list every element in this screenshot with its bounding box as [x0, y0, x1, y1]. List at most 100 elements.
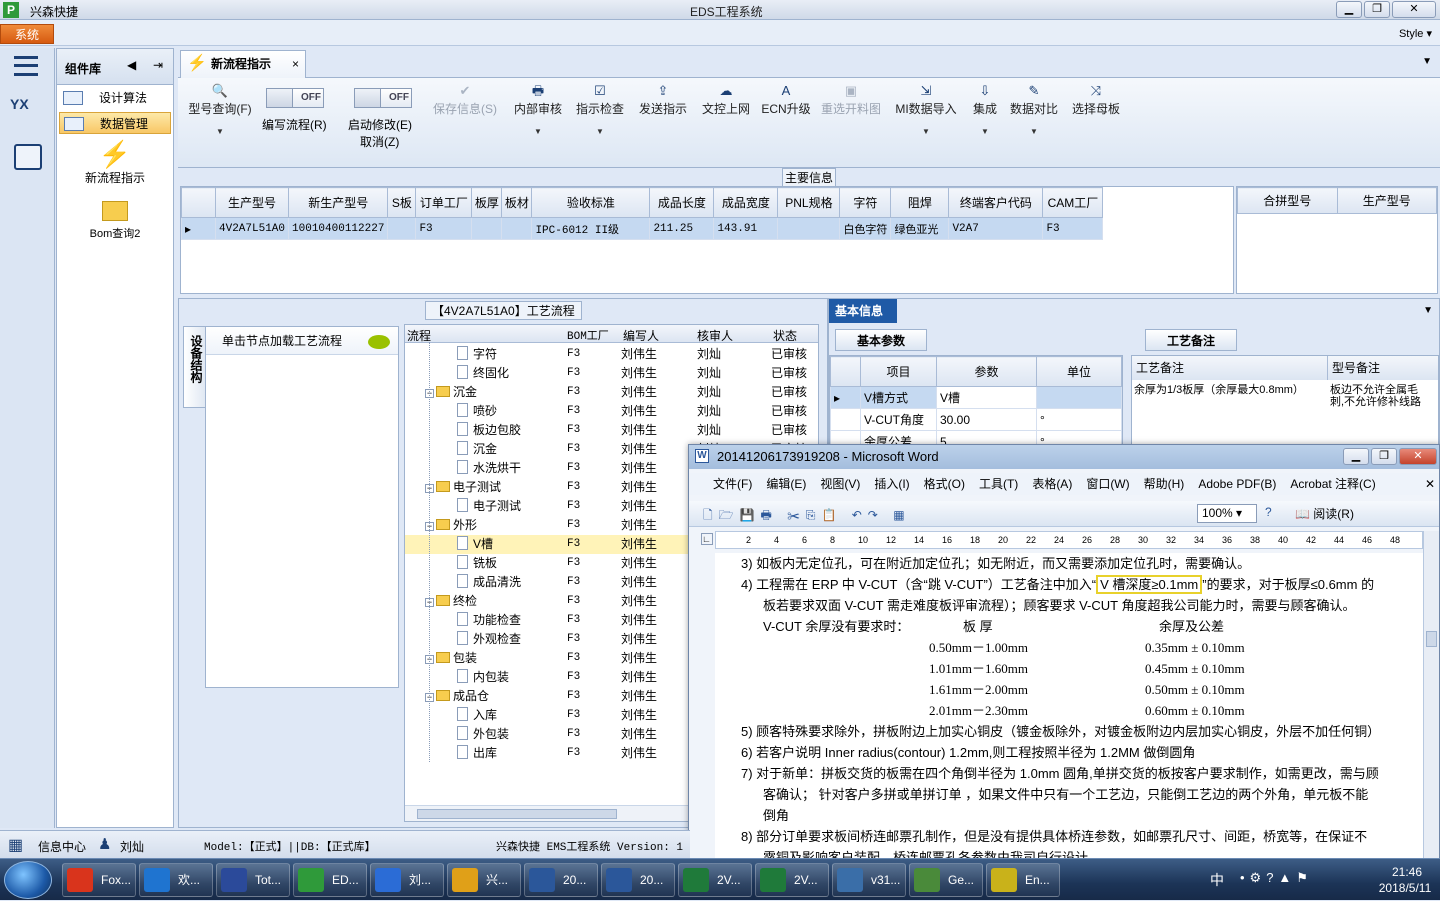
toolbar-icons[interactable]: 🗋🗁💾🖶 ✂⎘📋 ↶↷ ▦: [703, 506, 911, 527]
word-menu-item[interactable]: 工具(T): [979, 477, 1018, 491]
dropdown-icon[interactable]: ▼: [510, 127, 566, 136]
word-menu-item[interactable]: Acrobat 注释(C): [1290, 477, 1375, 491]
start-button-icon[interactable]: [4, 861, 52, 899]
lib-item-data-management[interactable]: 数据管理: [59, 112, 171, 134]
tree-node[interactable]: 外观检查: [457, 630, 521, 649]
model-query-button[interactable]: 🔍 型号查询(F) ▼: [184, 82, 256, 162]
tab-process-notes[interactable]: 工艺备注: [1145, 329, 1237, 351]
taskbar-button[interactable]: En...: [986, 863, 1060, 897]
column-header[interactable]: 单位: [1036, 356, 1122, 387]
shortcut-bom-query[interactable]: Bom查询2: [57, 197, 173, 243]
dropdown-icon[interactable]: ▼: [1008, 127, 1060, 136]
style-menu[interactable]: Style ▾: [1399, 27, 1432, 40]
model-note-text[interactable]: 板边不允许全属毛刺,不允许修补线路: [1330, 384, 1426, 408]
table-cell[interactable]: 绿色亚光: [890, 217, 950, 240]
column-header[interactable]: 成品宽度: [713, 187, 779, 218]
word-menu-item[interactable]: 帮助(H): [1144, 477, 1185, 491]
tree-node[interactable]: 喷砂: [457, 402, 497, 421]
reselect-cutting-map-button[interactable]: ▣ 重选开料图: [818, 82, 884, 162]
dropdown-icon[interactable]: ▼: [968, 127, 1002, 136]
taskbar-button[interactable]: ED...: [293, 863, 367, 897]
table-cell[interactable]: [387, 217, 417, 240]
system-menu-button[interactable]: 系统: [0, 24, 54, 44]
taskbar-button[interactable]: Tot...: [216, 863, 290, 897]
column-header[interactable]: 字符: [839, 187, 892, 218]
taskbar-button[interactable]: 2V...: [755, 863, 829, 897]
panel-menu-icon[interactable]: ▼: [1423, 305, 1433, 316]
lib-item-design-algorithm[interactable]: 设计算法: [59, 87, 171, 109]
word-menu-item[interactable]: 编辑(E): [766, 477, 806, 491]
windows-grid-icon[interactable]: ▦: [8, 835, 23, 855]
tree-node[interactable]: 成品清洗: [457, 573, 521, 592]
param-item[interactable]: V槽方式: [860, 386, 937, 409]
column-header[interactable]: 参数: [936, 356, 1037, 387]
tree-row[interactable]: 喷砂 F3 刘伟生 刘灿 已审核: [405, 402, 818, 421]
taskbar-button[interactable]: 兴...: [447, 863, 521, 897]
word-menu-item[interactable]: 表格(A): [1032, 477, 1072, 491]
word-menu-item[interactable]: 格式(O): [924, 477, 965, 491]
column-header[interactable]: 验收标准: [531, 187, 651, 218]
scroll-thumb[interactable]: [417, 809, 617, 819]
table-row[interactable]: ▸ V槽方式 V槽: [830, 386, 1122, 409]
tree-row[interactable]: 板边包胶 F3 刘伟生 刘灿 已审核: [405, 421, 818, 440]
send-instruction-button[interactable]: ⇪ 发送指示: [636, 82, 690, 162]
data-compare-button[interactable]: ✎ 数据对比 ▼: [1008, 82, 1060, 162]
tree-node[interactable]: 水洗烘干: [457, 459, 521, 478]
tab-basic-params[interactable]: 基本参数: [835, 329, 927, 351]
word-menu-item[interactable]: 插入(I): [874, 477, 909, 491]
tab-close-icon[interactable]: ×: [292, 51, 299, 77]
internal-review-button[interactable]: 🖶 内部审核 ▼: [510, 82, 566, 162]
column-header[interactable]: 工艺备注: [1132, 356, 1328, 380]
save-info-button[interactable]: ✔ 保存信息(S): [430, 82, 500, 162]
table-row[interactable]: ▸ 4V2A7L51A0 10010400112227 F3 IPC-6012 II级 2…: [181, 217, 1104, 240]
column-header[interactable]: 项目: [860, 356, 937, 387]
column-header[interactable]: 终端客户代码: [948, 187, 1044, 218]
calculator-icon[interactable]: [14, 144, 42, 170]
table-cell[interactable]: 211.25: [649, 217, 715, 240]
close-button[interactable]: ✕: [1392, 1, 1436, 18]
tree-node[interactable]: 入库: [457, 706, 497, 725]
taskbar-button[interactable]: 20...: [601, 863, 675, 897]
mi-import-button[interactable]: ⇲ MI数据导入 ▼: [892, 82, 960, 162]
info-center-label[interactable]: 信息中心: [38, 838, 86, 855]
hamburger-icon[interactable]: [14, 56, 38, 76]
table-cell[interactable]: 白色字符: [839, 217, 892, 240]
table-cell[interactable]: F3: [1042, 217, 1104, 240]
tree-node[interactable]: − 终检: [425, 592, 477, 611]
column-header[interactable]: S板: [387, 187, 417, 218]
word-minimize-button[interactable]: ▁: [1343, 448, 1369, 465]
taskbar-button[interactable]: 2V...: [678, 863, 752, 897]
ecn-upgrade-button[interactable]: A ECN升级: [760, 82, 812, 162]
column-header[interactable]: 板厚: [471, 187, 503, 218]
table-cell[interactable]: IPC-6012 II级: [531, 217, 651, 240]
start-modify-toggle[interactable]: OFF: [354, 88, 412, 108]
table-cell[interactable]: F3: [415, 217, 473, 240]
tab-device-structure[interactable]: 设备结构: [183, 326, 205, 408]
collapse-left-icon[interactable]: ◀: [127, 58, 136, 72]
write-process-toggle[interactable]: OFF: [266, 88, 324, 108]
column-header[interactable]: 生产型号: [1336, 187, 1437, 214]
tree-node[interactable]: 板边包胶: [457, 421, 521, 440]
tree-node[interactable]: − 包装: [425, 649, 477, 668]
instruction-check-button[interactable]: ☑ 指示检查 ▼: [574, 82, 626, 162]
column-header[interactable]: 阻焊: [890, 187, 950, 218]
taskbar-button[interactable]: Fox...: [62, 863, 136, 897]
taskbar-button[interactable]: 20...: [524, 863, 598, 897]
dropdown-icon[interactable]: ▼: [574, 127, 626, 136]
tree-node[interactable]: 终固化: [457, 364, 509, 383]
dropdown-icon[interactable]: ▼: [892, 127, 960, 136]
column-header[interactable]: 合拼型号: [1237, 187, 1338, 214]
tree-node[interactable]: 功能检查: [457, 611, 521, 630]
tray-icons[interactable]: •⚙?▲⚑: [1240, 870, 1313, 886]
tree-node[interactable]: 内包装: [457, 668, 509, 687]
word-menu-item[interactable]: Adobe PDF(B): [1198, 477, 1276, 491]
column-header[interactable]: 订单工厂: [415, 187, 473, 218]
clock-time[interactable]: 21:46: [1377, 865, 1437, 879]
column-header[interactable]: 成品长度: [649, 187, 715, 218]
column-header[interactable]: BOM工厂: [567, 327, 609, 343]
tree-node[interactable]: − 成品仓: [425, 687, 489, 706]
param-item[interactable]: V-CUT角度: [860, 408, 937, 431]
table-cell[interactable]: 10010400112227: [288, 217, 389, 240]
tree-node[interactable]: − 沉金: [425, 383, 477, 402]
param-value[interactable]: V槽: [936, 386, 1037, 409]
